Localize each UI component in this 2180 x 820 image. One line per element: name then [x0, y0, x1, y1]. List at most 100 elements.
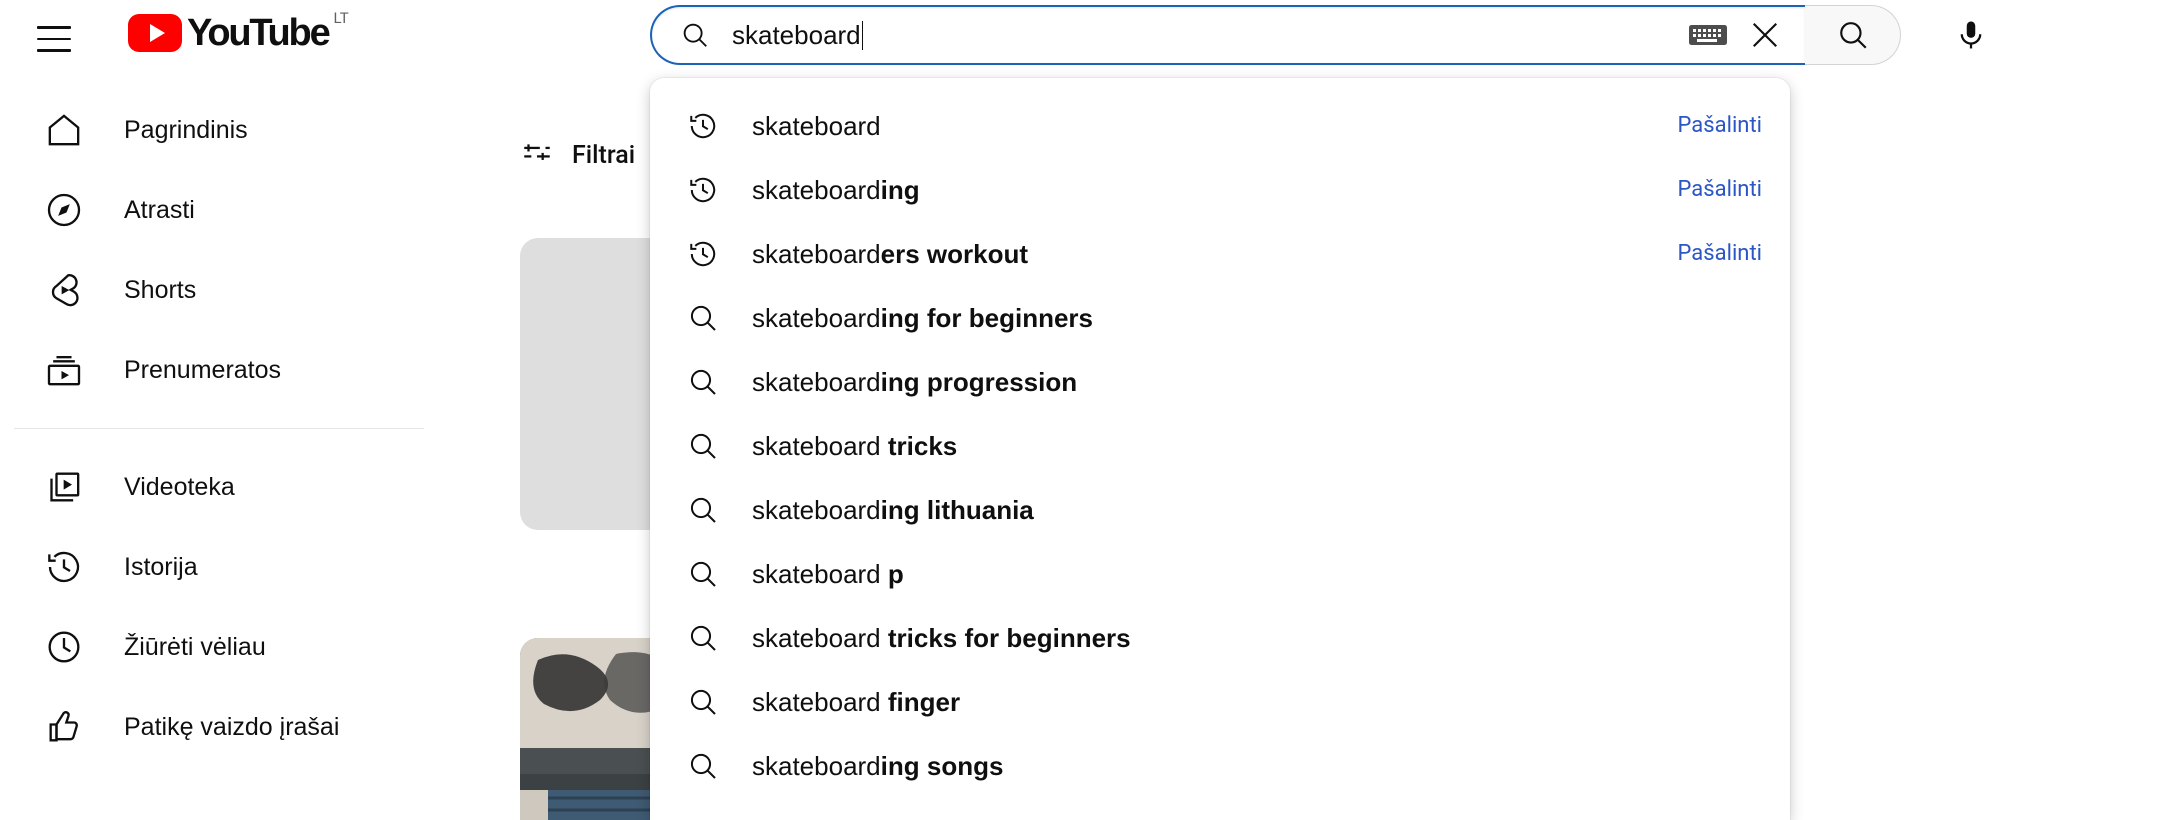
history-icon	[686, 109, 720, 143]
suggestion-item[interactable]: skateboarding for beginners	[650, 286, 1790, 350]
search-icon	[686, 493, 720, 527]
tune-icon	[520, 138, 554, 172]
thumbs-up-icon	[42, 705, 86, 749]
suggestion-completion: ing for beginners	[880, 303, 1093, 333]
sidebar-item-label: Atrasti	[124, 196, 195, 224]
suggestion-prefix: skateboard	[752, 623, 881, 653]
history-icon	[42, 545, 86, 589]
shorts-icon	[42, 268, 86, 312]
search-area: skateboard	[650, 3, 2001, 67]
youtube-play-icon	[128, 14, 182, 52]
suggestion-text: skateboard p	[752, 557, 1762, 591]
sidebar-item-shorts[interactable]: Shorts	[14, 250, 426, 330]
search-icon	[1839, 22, 1867, 49]
keyboard-icon[interactable]	[1687, 20, 1729, 50]
sidebar-item-pagrindinis[interactable]: Pagrindinis	[14, 90, 426, 170]
suggestion-text: skateboard finger	[752, 685, 1762, 719]
suggestion-completion: tricks for beginners	[880, 623, 1131, 653]
suggestion-prefix: skateboard	[752, 175, 881, 205]
sidebar-item-label: Žiūrėti vėliau	[124, 633, 266, 661]
youtube-logo[interactable]: YouTube LT	[128, 8, 349, 60]
suggestion-prefix: skateboard	[752, 687, 881, 717]
clear-search-button[interactable]	[1739, 9, 1791, 61]
search-input[interactable]: skateboard	[650, 5, 1805, 65]
sidebar-item-videoteka[interactable]: Videoteka	[14, 447, 426, 527]
suggestion-prefix: skateboard	[752, 239, 881, 269]
suggestion-text: skateboard tricks	[752, 429, 1762, 463]
suggestion-item[interactable]: skateboard Pašalinti	[650, 94, 1790, 158]
suggestion-prefix: skateboard	[752, 559, 881, 589]
suggestion-prefix: skateboard	[752, 431, 881, 461]
compass-icon	[42, 188, 86, 232]
suggestion-prefix: skateboard	[752, 111, 881, 141]
suggestion-item[interactable]: skateboarding Pašalinti	[650, 158, 1790, 222]
clock-icon	[42, 625, 86, 669]
search-icon	[680, 20, 710, 50]
text-cursor	[861, 21, 864, 50]
suggestion-completion: ing	[880, 175, 920, 205]
suggestion-text: skateboard	[752, 109, 1654, 143]
hamburger-menu-icon[interactable]	[26, 14, 82, 64]
suggestion-item[interactable]: skateboarding lithuania	[650, 478, 1790, 542]
logo-country-code: LT	[333, 9, 349, 27]
sidebar-divider	[14, 428, 424, 429]
search-suggestions-dropdown: skateboard Pašalinti skateboarding Pašalint…	[650, 78, 1790, 820]
suggestion-completion: ing progression	[880, 367, 1078, 397]
suggestion-completion: finger	[880, 687, 961, 717]
sidebar: Pagrindinis Atrasti Shorts Prenumeratos …	[0, 78, 440, 820]
search-icon	[686, 429, 720, 463]
search-input-controls	[1687, 7, 1791, 63]
sidebar-item-label: Istorija	[124, 553, 198, 581]
sidebar-item-label: Prenumeratos	[124, 356, 282, 384]
sidebar-item-label: Patikę vaizdo įrašai	[124, 713, 340, 741]
suggestion-item[interactable]: skateboard p	[650, 542, 1790, 606]
suggestion-text: skateboarding	[752, 173, 1654, 207]
suggestion-text: skateboarders workout	[752, 237, 1654, 271]
remove-suggestion-link[interactable]: Pašalinti	[1678, 175, 1762, 205]
sidebar-item-label: Pagrindinis	[124, 116, 248, 144]
remove-suggestion-link[interactable]: Pašalinti	[1678, 111, 1762, 141]
youtube-search-page: Filtrai Riedlentės - Žinomi brendai Ried…	[0, 0, 2180, 820]
suggestion-text: skateboarding progression	[752, 365, 1762, 399]
sidebar-item-prenumeratos[interactable]: Prenumeratos	[14, 330, 426, 410]
sidebar-item-patike-vaizdo-irasai[interactable]: Patikę vaizdo įrašai	[14, 687, 426, 767]
suggestion-completion: tricks	[880, 431, 958, 461]
subscriptions-icon	[42, 348, 86, 392]
home-icon	[42, 108, 86, 152]
history-icon	[686, 173, 720, 207]
suggestion-text: skateboarding songs	[752, 749, 1762, 783]
search-icon	[686, 685, 720, 719]
search-icon	[686, 365, 720, 399]
suggestion-item[interactable]: skateboarders workout Pašalinti	[650, 222, 1790, 286]
sidebar-item-atrasti[interactable]: Atrasti	[14, 170, 426, 250]
sidebar-item-label: Shorts	[124, 276, 197, 304]
suggestion-prefix: skateboard	[752, 367, 881, 397]
sidebar-item-ziureti-veliau[interactable]: Žiūrėti vėliau	[14, 607, 426, 687]
suggestion-prefix: skateboard	[752, 303, 881, 333]
remove-suggestion-link[interactable]: Pašalinti	[1678, 239, 1762, 269]
filters-button[interactable]: Filtrai	[520, 128, 635, 182]
filters-label: Filtrai	[572, 140, 636, 170]
suggestion-completion: ing lithuania	[880, 495, 1034, 525]
history-icon	[686, 237, 720, 271]
suggestion-completion: p	[880, 559, 904, 589]
suggestion-text: skateboarding for beginners	[752, 301, 1762, 335]
sidebar-item-label: Videoteka	[124, 473, 235, 501]
search-submit-button[interactable]	[1805, 5, 1901, 65]
search-icon	[686, 621, 720, 655]
suggestion-prefix: skateboard	[752, 495, 881, 525]
suggestion-item[interactable]: skateboard tricks for beginners	[650, 606, 1790, 670]
suggestion-completion: ing songs	[880, 751, 1004, 781]
suggestion-item[interactable]: skateboard tricks	[650, 414, 1790, 478]
suggestion-item[interactable]: skateboarding songs	[650, 734, 1790, 798]
voice-search-button[interactable]	[1941, 5, 2001, 65]
suggestion-completion: ers workout	[880, 239, 1029, 269]
suggestion-item[interactable]: skateboarding progression	[650, 350, 1790, 414]
sidebar-item-istorija[interactable]: Istorija	[14, 527, 426, 607]
top-bar: YouTube LT skateboard	[0, 0, 2180, 78]
search-icon	[686, 557, 720, 591]
suggestion-prefix: skateboard	[752, 751, 881, 781]
suggestion-item[interactable]: skateboard finger	[650, 670, 1790, 734]
suggestion-text: skateboarding lithuania	[752, 493, 1762, 527]
search-icon	[686, 749, 720, 783]
